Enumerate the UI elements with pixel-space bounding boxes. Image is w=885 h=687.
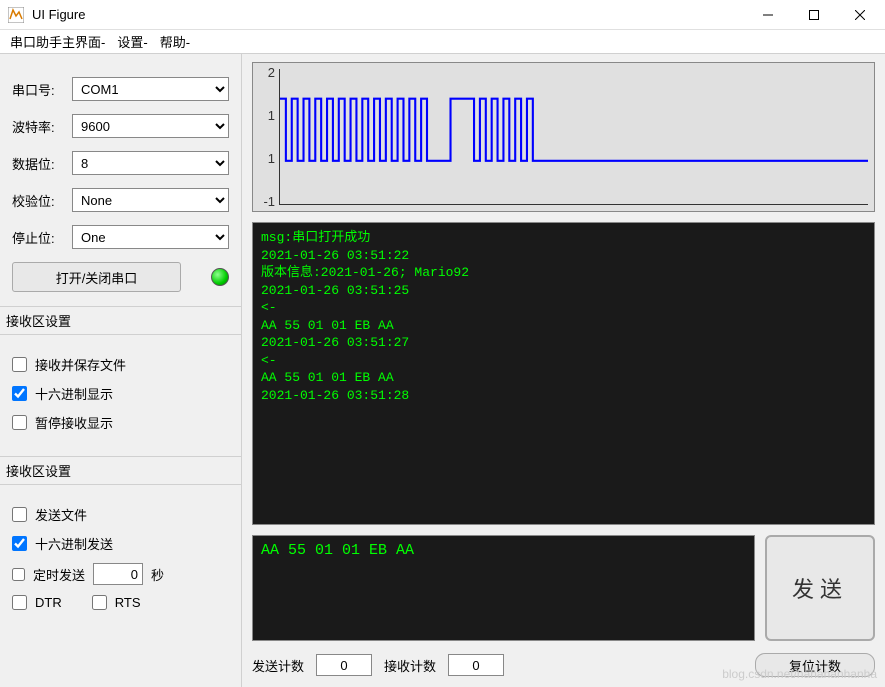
tx-send-file-checkbox[interactable]: [12, 507, 27, 522]
menubar: 串口助手主界面- 设置- 帮助-: [0, 30, 885, 54]
counter-row: 发送计数 接收计数 复位计数: [252, 651, 875, 677]
tx-count-field[interactable]: [316, 654, 372, 676]
rts-label: RTS: [115, 595, 141, 610]
menu-main[interactable]: 串口助手主界面-: [4, 30, 111, 53]
port-select[interactable]: COM1: [72, 77, 229, 101]
rx-count-label: 接收计数: [384, 656, 436, 675]
open-close-port-button[interactable]: 打开/关闭串口: [12, 262, 181, 292]
maximize-button[interactable]: [791, 0, 837, 30]
tx-hex-send-label: 十六进制发送: [35, 534, 113, 553]
plot-canvas: [279, 69, 868, 205]
send-input[interactable]: [252, 535, 755, 641]
sidebar: 串口号: COM1 波特率: 9600 数据位: 8 校验位: None 停止位…: [0, 54, 242, 687]
tx-timer-input[interactable]: [93, 563, 143, 585]
menu-help[interactable]: 帮助-: [154, 30, 196, 53]
dtr-label: DTR: [35, 595, 62, 610]
plot-y-axis: 2 1 1 -1: [255, 63, 275, 211]
tx-timed-send-checkbox[interactable]: [12, 568, 25, 581]
tx-settings-title: 接收区设置: [0, 457, 241, 485]
data-label: 数据位:: [12, 154, 72, 173]
rx-settings-panel: 接收区设置 接收并保存文件 十六进制显示 暂停接收显示: [0, 307, 241, 457]
app-icon: [8, 7, 24, 23]
tx-count-label: 发送计数: [252, 656, 304, 675]
baud-select[interactable]: 9600: [72, 114, 229, 138]
reset-counter-button[interactable]: 复位计数: [755, 653, 875, 677]
rx-save-file-label: 接收并保存文件: [35, 355, 126, 374]
tx-timed-send-label: 定时发送: [33, 565, 85, 584]
rx-pause-label: 暂停接收显示: [35, 413, 113, 432]
serial-config-panel: 串口号: COM1 波特率: 9600 数据位: 8 校验位: None 停止位…: [0, 54, 241, 307]
rx-hex-display-label: 十六进制显示: [35, 384, 113, 403]
minimize-button[interactable]: [745, 0, 791, 30]
main-area: 2 1 1 -1 msg:串口打开成功 2021-01-26 03:51:22 …: [242, 54, 885, 687]
tx-send-file-label: 发送文件: [35, 505, 87, 524]
titlebar: UI Figure: [0, 0, 885, 30]
menu-settings[interactable]: 设置-: [111, 30, 153, 53]
stop-select[interactable]: One: [72, 225, 229, 249]
close-button[interactable]: [837, 0, 883, 30]
receive-log[interactable]: msg:串口打开成功 2021-01-26 03:51:22 版本信息:2021…: [252, 222, 875, 525]
window-title: UI Figure: [32, 7, 745, 22]
parity-select[interactable]: None: [72, 188, 229, 212]
send-button[interactable]: 发送: [765, 535, 875, 641]
rx-save-file-checkbox[interactable]: [12, 357, 27, 372]
tx-settings-panel: 接收区设置 发送文件 十六进制发送 定时发送 秒 DTR RTS: [0, 457, 241, 634]
data-select[interactable]: 8: [72, 151, 229, 175]
dtr-checkbox[interactable]: [12, 595, 27, 610]
baud-label: 波特率:: [12, 117, 72, 136]
rx-count-field[interactable]: [448, 654, 504, 676]
tx-hex-send-checkbox[interactable]: [12, 536, 27, 551]
rts-checkbox[interactable]: [92, 595, 107, 610]
port-label: 串口号:: [12, 80, 72, 99]
parity-label: 校验位:: [12, 191, 72, 210]
rx-hex-display-checkbox[interactable]: [12, 386, 27, 401]
rx-pause-checkbox[interactable]: [12, 415, 27, 430]
port-status-led: [211, 268, 229, 286]
stop-label: 停止位:: [12, 228, 72, 247]
waveform-plot: 2 1 1 -1: [252, 62, 875, 212]
rx-settings-title: 接收区设置: [0, 307, 241, 335]
tx-timer-unit: 秒: [151, 565, 164, 584]
